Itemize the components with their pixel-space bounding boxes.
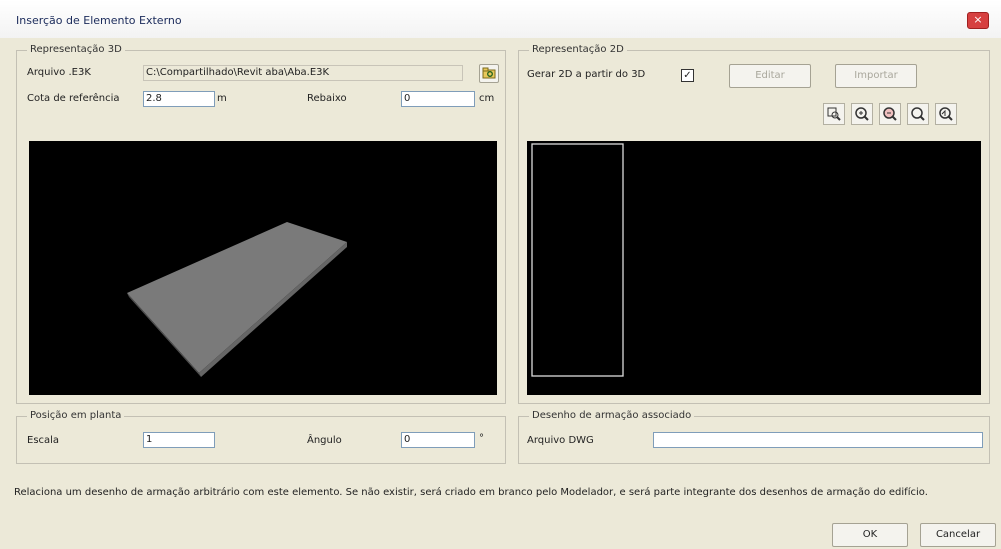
zoom-extents-glyph bbox=[911, 107, 925, 121]
zoom-previous-icon[interactable] bbox=[935, 103, 957, 125]
close-icon: × bbox=[973, 13, 983, 26]
zoom-extents-icon[interactable] bbox=[907, 103, 929, 125]
close-button[interactable]: × bbox=[967, 12, 989, 29]
zoom-window-glyph bbox=[827, 107, 841, 121]
posicao-legend: Posição em planta bbox=[27, 410, 125, 421]
file-e3k-field[interactable]: C:\Compartilhado\Revit aba\Aba.E3K bbox=[143, 65, 463, 81]
checkmark-icon: ✓ bbox=[683, 70, 692, 81]
cota-input[interactable]: 2.8 bbox=[143, 91, 215, 107]
desenho-legend: Desenho de armação associado bbox=[529, 410, 695, 421]
escala-input[interactable]: 1 bbox=[143, 432, 215, 448]
zoom-out-icon[interactable] bbox=[879, 103, 901, 125]
gerar-2d-label: Gerar 2D a partir do 3D bbox=[527, 69, 646, 80]
rep2d-group: Representação 2D Gerar 2D a partir do 3D… bbox=[518, 44, 990, 404]
3d-model-preview bbox=[127, 222, 347, 377]
rebaixo-unit: cm bbox=[479, 93, 495, 104]
cancel-button[interactable]: Cancelar bbox=[920, 523, 996, 547]
rebaixo-label: Rebaixo bbox=[307, 93, 347, 104]
cota-label: Cota de referência bbox=[27, 93, 120, 104]
dwg-label: Arquivo DWG bbox=[527, 435, 594, 446]
viewport-3d[interactable] bbox=[29, 141, 497, 395]
cota-unit: m bbox=[217, 93, 227, 104]
dialog-body: Representação 3D Arquivo .E3K C:\Compart… bbox=[0, 38, 1001, 549]
angulo-input[interactable]: 0 bbox=[401, 432, 475, 448]
folder-icon bbox=[482, 67, 496, 79]
desenho-group: Desenho de armação associado Arquivo DWG bbox=[518, 410, 990, 464]
window-title: Inserção de Elemento Externo bbox=[16, 14, 182, 27]
escala-label: Escala bbox=[27, 435, 60, 446]
browse-e3k-button[interactable] bbox=[479, 64, 499, 83]
zoom-in-icon[interactable] bbox=[851, 103, 873, 125]
ok-button[interactable]: OK bbox=[832, 523, 908, 547]
slab-top-face bbox=[127, 222, 347, 373]
zoom-out-glyph bbox=[883, 107, 897, 121]
angulo-unit: ° bbox=[479, 433, 484, 444]
angulo-label: Ângulo bbox=[307, 435, 342, 446]
file-e3k-label: Arquivo .E3K bbox=[27, 67, 91, 78]
element-outline bbox=[531, 143, 624, 377]
dwg-input[interactable] bbox=[653, 432, 983, 448]
rebaixo-input[interactable]: 0 bbox=[401, 91, 475, 107]
2d-outline-preview bbox=[531, 143, 624, 377]
zoom-previous-glyph bbox=[939, 107, 953, 121]
posicao-group: Posição em planta Escala 1 Ângulo 0 ° bbox=[16, 410, 506, 464]
importar-button[interactable]: Importar bbox=[835, 64, 917, 88]
rep3d-legend: Representação 3D bbox=[27, 44, 125, 55]
editar-button[interactable]: Editar bbox=[729, 64, 811, 88]
viewport-2d[interactable] bbox=[527, 141, 981, 395]
rep3d-group: Representação 3D Arquivo .E3K C:\Compart… bbox=[16, 44, 506, 404]
title-bar: Inserção de Elemento Externo × bbox=[0, 0, 1001, 39]
help-text: Relaciona um desenho de armação arbitrár… bbox=[14, 487, 928, 498]
zoom-in-glyph bbox=[855, 107, 869, 121]
rep2d-legend: Representação 2D bbox=[529, 44, 627, 55]
zoom-window-icon[interactable] bbox=[823, 103, 845, 125]
gerar-2d-checkbox[interactable]: ✓ bbox=[681, 69, 694, 82]
